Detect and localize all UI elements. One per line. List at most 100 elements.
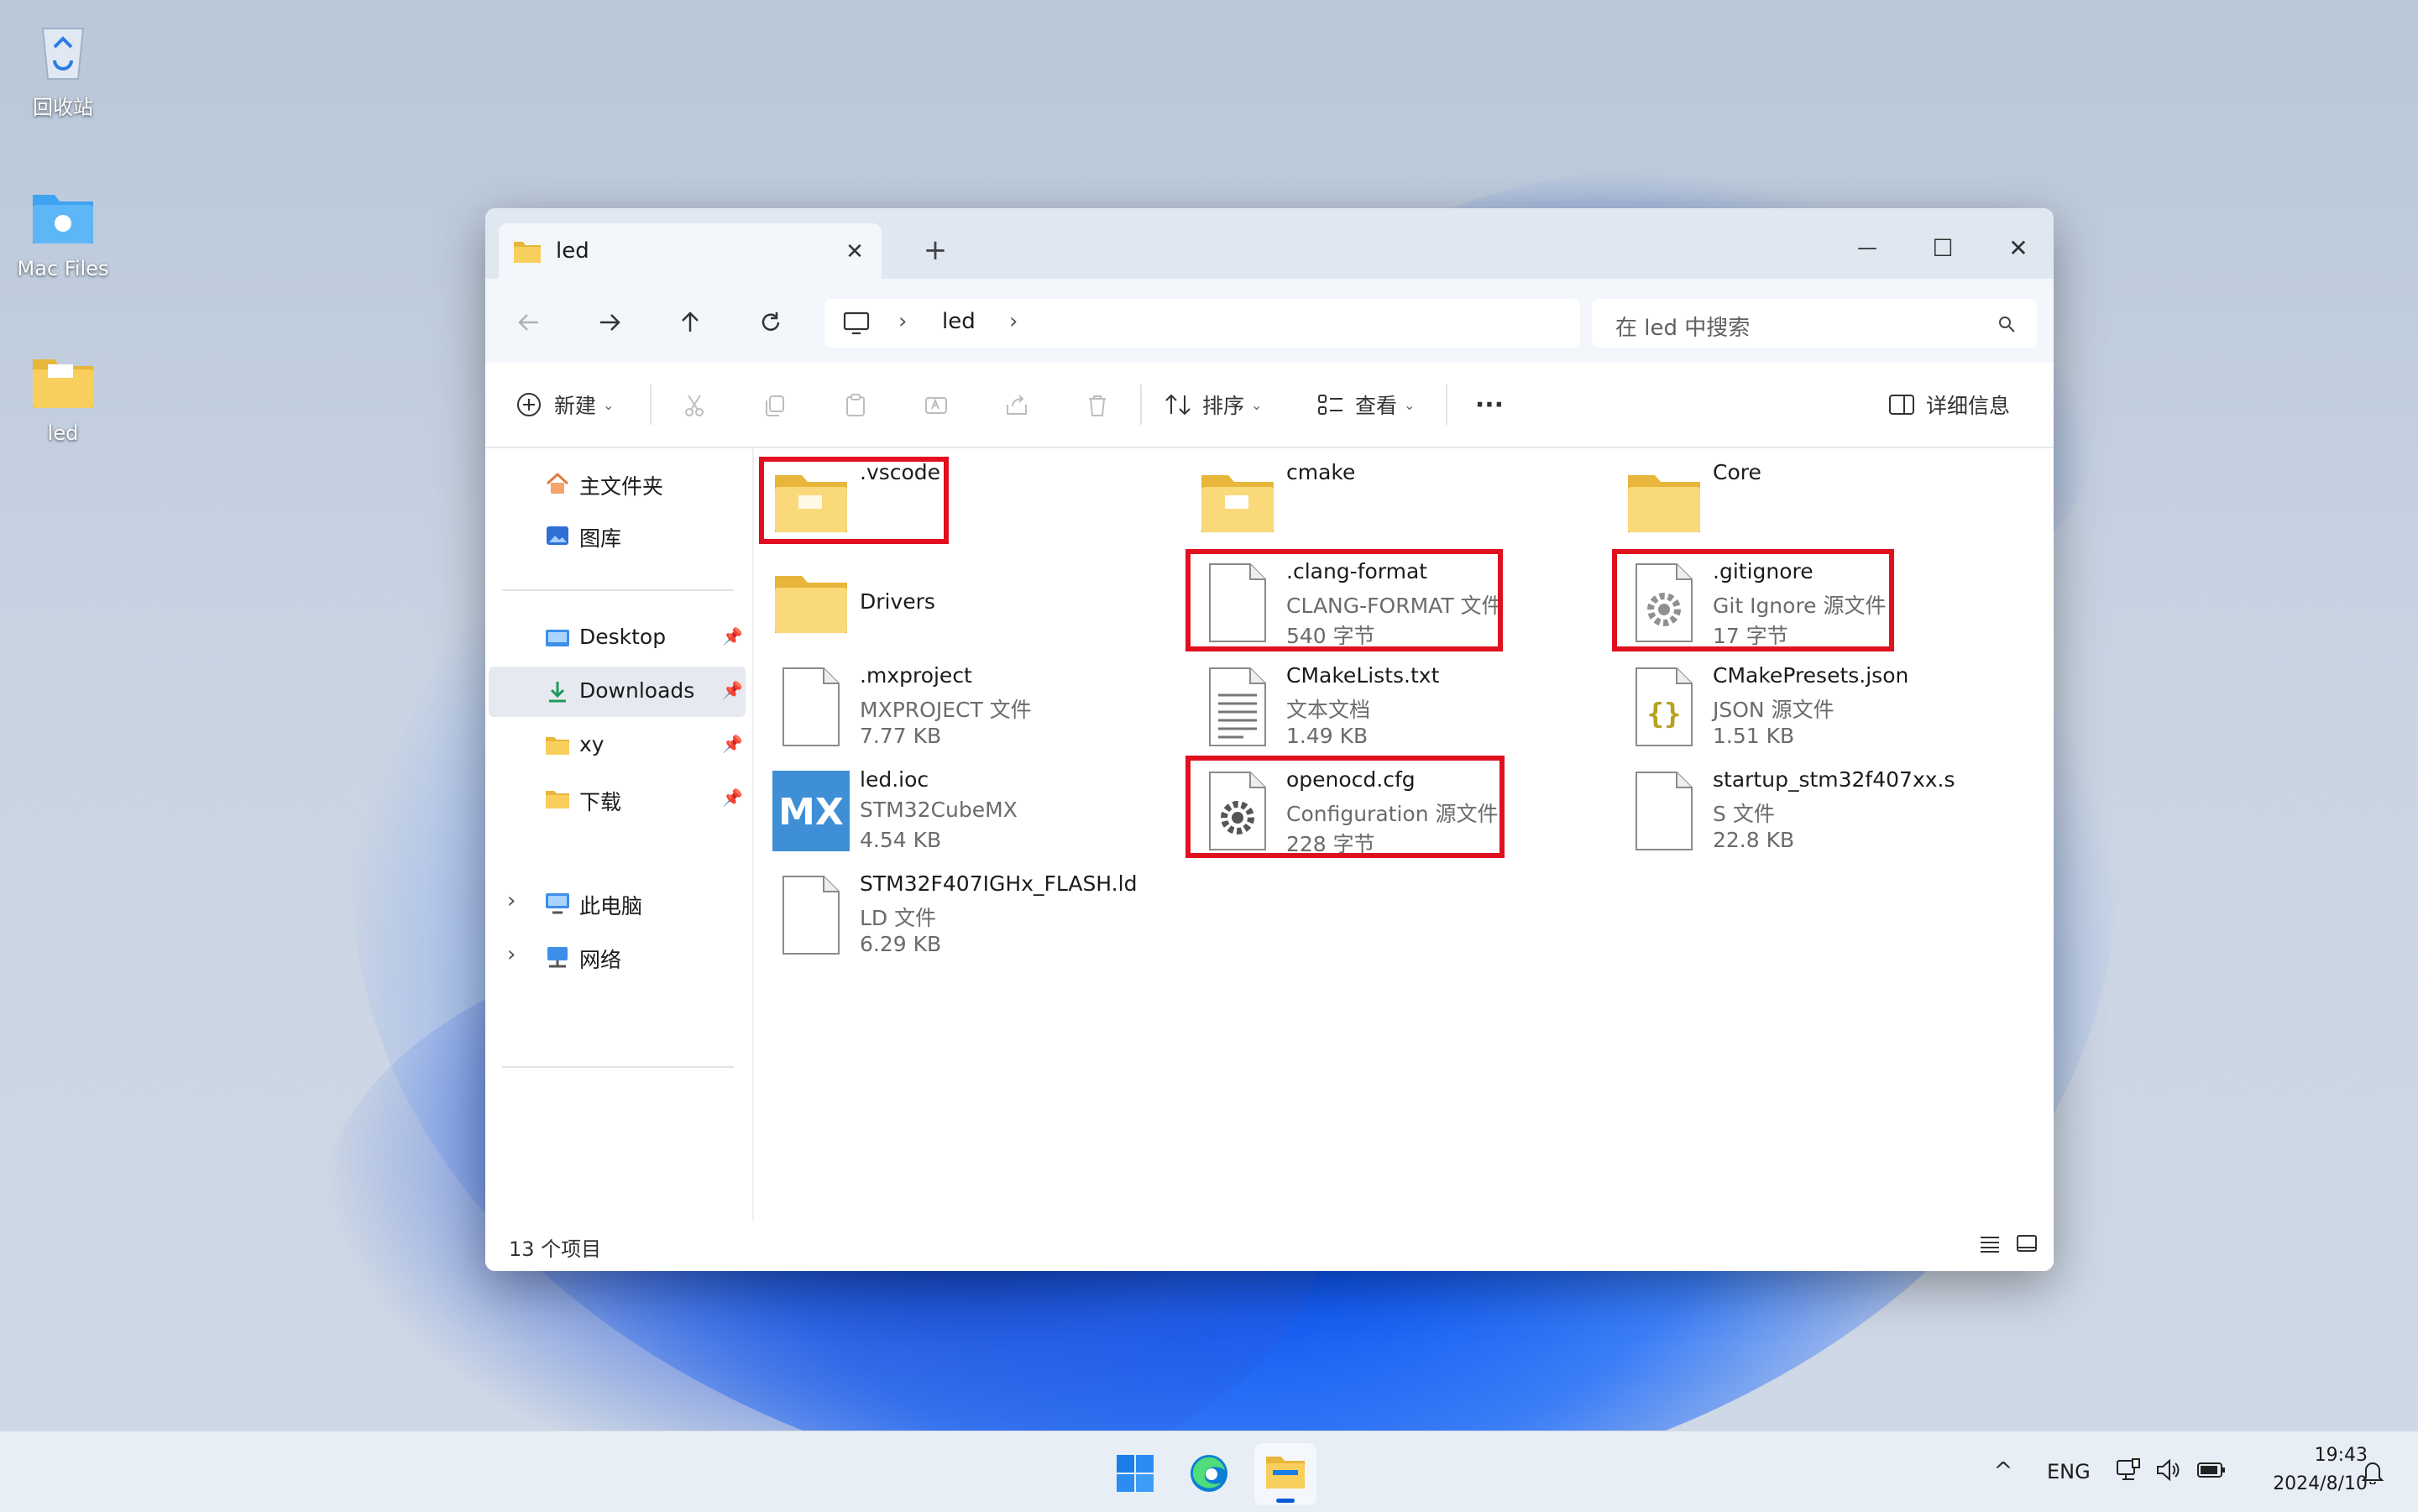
- nav-item-xy[interactable]: xy 📌: [489, 720, 746, 771]
- nav-item-label: 此电脑: [579, 894, 643, 918]
- clock-date[interactable]: 2024/8/10: [2233, 1473, 2368, 1494]
- windows-icon[interactable]: [1110, 1448, 1160, 1499]
- tab-led[interactable]: led ✕: [499, 223, 882, 279]
- file-item[interactable]: startup_stm32f407xx.s S 文件 22.8 KB: [1624, 761, 1960, 861]
- delete-icon[interactable]: [1078, 386, 1117, 425]
- nav-item-xiazai[interactable]: 下载 📌: [489, 774, 746, 824]
- nav-item-downloads[interactable]: Downloads 📌: [489, 667, 746, 717]
- refresh-icon[interactable]: [752, 304, 789, 341]
- details-pane-icon: [1887, 392, 1916, 417]
- file-icon: [771, 657, 851, 757]
- search-box[interactable]: 在 led 中搜索: [1592, 299, 2037, 348]
- file-item[interactable]: .mxproject MXPROJECT 文件 7.77 KB: [771, 657, 1107, 757]
- svg-text:MX: MX: [778, 791, 844, 834]
- nav-item-desktop[interactable]: Desktop 📌: [489, 613, 746, 663]
- chevron-right-icon[interactable]: ›: [1009, 309, 1018, 334]
- file-name: cmake: [1286, 460, 1356, 484]
- edge-icon[interactable]: [1184, 1448, 1234, 1499]
- network-status-icon[interactable]: [2111, 1453, 2144, 1487]
- back-arrow-icon[interactable]: [510, 304, 547, 341]
- tab-title: led: [556, 238, 589, 264]
- notification-bell-icon[interactable]: [2356, 1455, 2389, 1488]
- view-icon: [1316, 391, 1345, 418]
- file-name: Core: [1713, 460, 1761, 484]
- details-view-icon[interactable]: [1975, 1229, 2005, 1259]
- chevron-down-icon: ⌄: [603, 396, 615, 413]
- title-bar: led ✕ + — ☐ ✕: [485, 208, 2054, 279]
- new-label: 新建: [554, 394, 597, 418]
- rename-icon[interactable]: [917, 386, 955, 425]
- close-button[interactable]: ✕: [1993, 227, 2044, 269]
- clock-time[interactable]: 19:43: [2267, 1445, 2368, 1466]
- file-item[interactable]: cmake: [1197, 452, 1533, 552]
- mx-icon: MX: [771, 761, 851, 861]
- plus-circle-icon: [516, 391, 542, 418]
- expand-chevron-icon[interactable]: ›: [507, 888, 516, 913]
- new-tab-button[interactable]: +: [917, 232, 954, 269]
- details-label: 详细信息: [1926, 394, 2011, 418]
- battery-icon[interactable]: [2193, 1453, 2230, 1487]
- file-type: JSON 源文件: [1713, 698, 1834, 722]
- nav-item-label: 主文件夹: [579, 474, 664, 499]
- breadcrumb-led[interactable]: led: [942, 309, 976, 334]
- pin-icon[interactable]: 📌: [722, 734, 743, 754]
- active-indicator: [1276, 1499, 1295, 1503]
- sort-button[interactable]: 排序 ⌄: [1164, 385, 1281, 425]
- nav-item-gallery[interactable]: 图库: [489, 510, 746, 561]
- nav-item-network[interactable]: › 网络: [489, 932, 746, 982]
- search-placeholder: 在 led 中搜索: [1615, 316, 1751, 341]
- tab-close-icon[interactable]: ✕: [838, 235, 871, 269]
- file-item[interactable]: STM32F407IGHx_FLASH.ld LD 文件 6.29 KB: [771, 865, 1140, 965]
- file-name: .mxproject: [860, 663, 972, 688]
- highlight-box: [1612, 549, 1894, 651]
- share-icon[interactable]: [997, 386, 1036, 425]
- cut-icon[interactable]: [675, 386, 714, 425]
- file-explorer-window: led ✕ + — ☐ ✕ › led › 在 led 中搜索 新建 ⌄ 排序 …: [485, 208, 2054, 1271]
- file-item[interactable]: MX led.ioc STM32CubeMX 4.54 KB: [771, 761, 1107, 861]
- nav-item-label: Downloads: [579, 678, 695, 703]
- file-type: LD 文件: [860, 906, 937, 930]
- new-button[interactable]: 新建 ⌄: [516, 385, 633, 425]
- file-type: MXPROJECT 文件: [860, 698, 1032, 722]
- up-arrow-icon[interactable]: [672, 304, 709, 341]
- minimize-button[interactable]: —: [1842, 227, 1892, 269]
- file-item[interactable]: Drivers: [771, 552, 1107, 653]
- view-label: 查看: [1355, 394, 1398, 418]
- status-bar: 13 个项目: [485, 1221, 2054, 1271]
- volume-icon[interactable]: [2151, 1453, 2185, 1487]
- file-item[interactable]: {} CMakePresets.json JSON 源文件 1.51 KB: [1624, 657, 1960, 757]
- nav-item-home[interactable]: 主文件夹: [489, 458, 746, 509]
- forward-arrow-icon[interactable]: [591, 304, 628, 341]
- tiles-view-icon[interactable]: [2012, 1229, 2042, 1259]
- file-name: led.ioc: [860, 767, 929, 792]
- desktop-icon-led[interactable]: led: [0, 348, 126, 445]
- more-options-button[interactable]: ···: [1464, 385, 1515, 425]
- nav-item-label: 网络: [579, 948, 622, 972]
- view-button[interactable]: 查看 ⌄: [1316, 385, 1434, 425]
- chevron-down-icon: ⌄: [1404, 396, 1416, 413]
- desktop-icon-recycle-bin[interactable]: 回收站: [0, 17, 126, 120]
- desktop-icon-mac-files[interactable]: Mac Files: [0, 183, 126, 280]
- divider: [1446, 385, 1447, 425]
- recycle-bin-icon: [29, 17, 97, 84]
- gallery-icon: [542, 522, 573, 549]
- copy-icon[interactable]: [756, 386, 794, 425]
- show-hidden-icons-chevron[interactable]: ^: [1986, 1453, 2020, 1487]
- file-item[interactable]: Core: [1624, 452, 1960, 552]
- nav-item-this-pc[interactable]: › 此电脑: [489, 878, 746, 929]
- pin-icon[interactable]: 📌: [722, 787, 743, 808]
- pin-icon[interactable]: 📌: [722, 626, 743, 646]
- file-type: STM32CubeMX: [860, 798, 1018, 822]
- nav-item-label: 下载: [579, 790, 622, 814]
- input-language[interactable]: ENG: [2047, 1460, 2091, 1483]
- details-pane-button[interactable]: 详细信息: [1887, 385, 2030, 425]
- folder-icon: [542, 786, 573, 813]
- expand-chevron-icon[interactable]: ›: [507, 942, 516, 967]
- pin-icon[interactable]: 📌: [722, 680, 743, 700]
- address-bar[interactable]: › led ›: [824, 299, 1580, 348]
- file-item[interactable]: CMakeLists.txt 文本文档 1.49 KB: [1197, 657, 1533, 757]
- file-explorer-taskbar-button[interactable]: [1254, 1443, 1316, 1505]
- maximize-button[interactable]: ☐: [1918, 227, 1968, 269]
- paste-icon[interactable]: [836, 386, 875, 425]
- file-size: 7.77 KB: [860, 724, 942, 748]
